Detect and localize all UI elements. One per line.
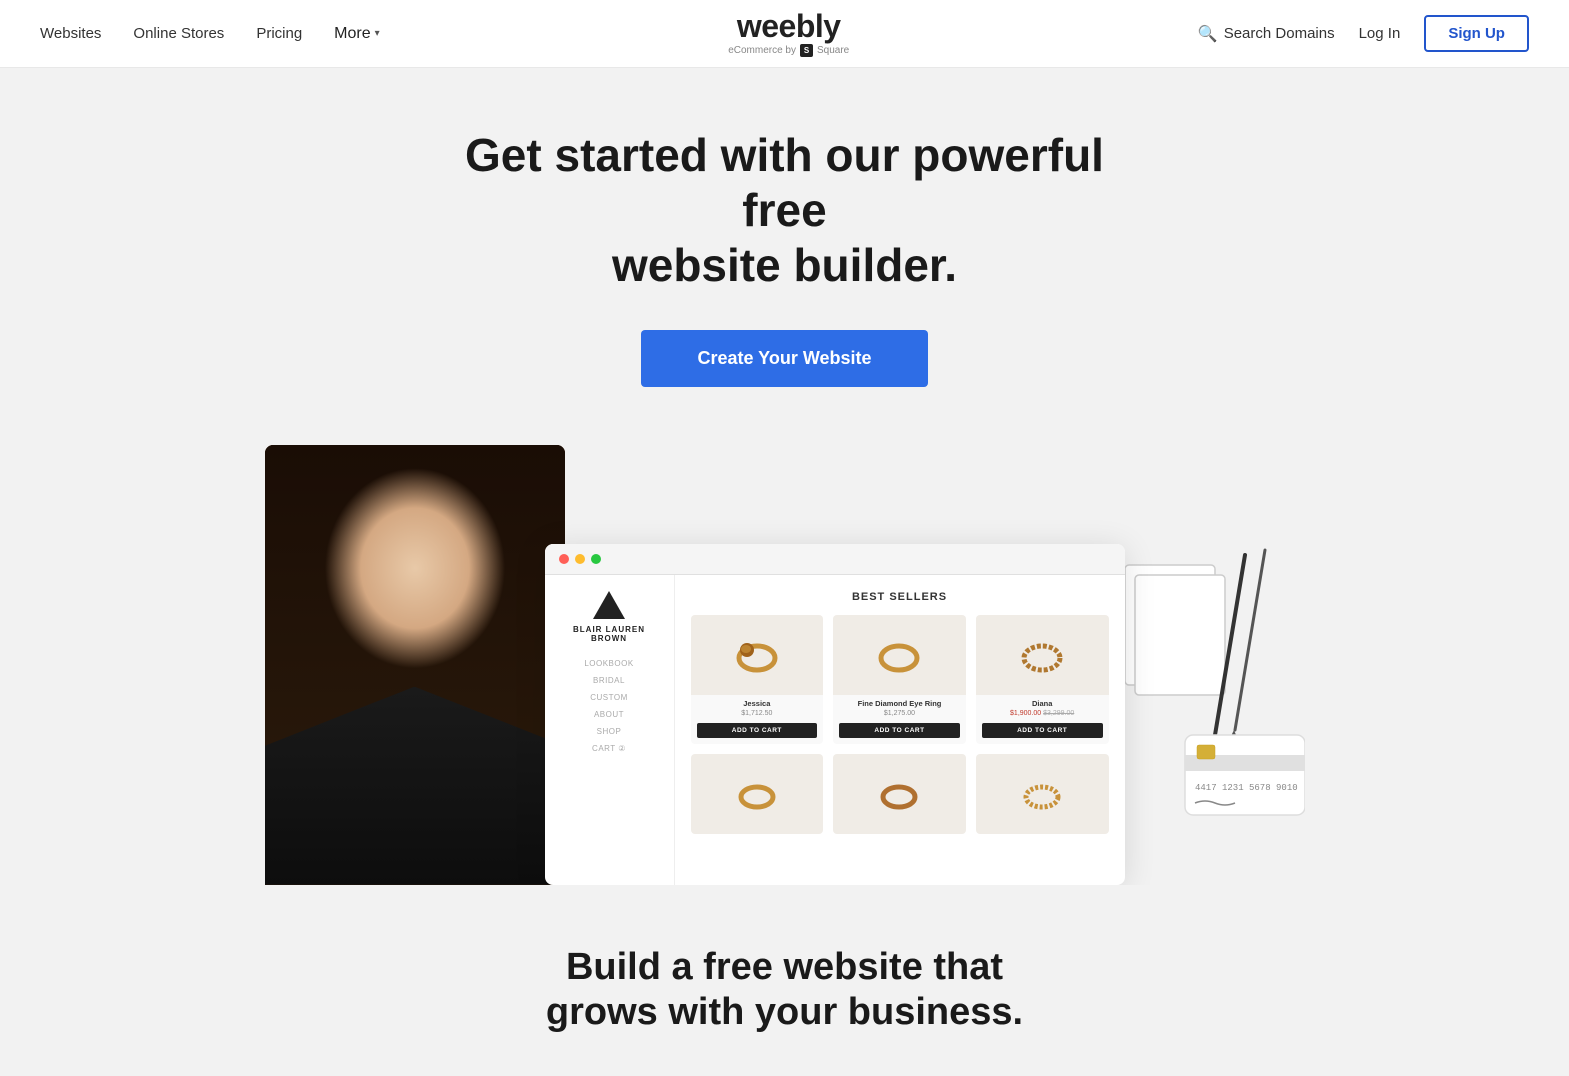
product-card-jessica: Jessica $1,712.50 ADD TO CART [691, 615, 824, 744]
browser-bar [545, 544, 1125, 575]
store-logo: BLAIR LAUREN BROWN [561, 591, 658, 643]
product-name-diana: Diana [976, 695, 1109, 708]
nav-pricing[interactable]: Pricing [256, 25, 302, 42]
logo[interactable]: weebly eCommerce by S Square [728, 10, 849, 57]
product-original-price: $3,299.00 [1043, 710, 1074, 717]
store-triangle-icon [593, 591, 625, 619]
store-nav-lookbook[interactable]: LOOKBOOK [561, 659, 658, 668]
hero-visuals: BLAIR LAUREN BROWN LOOKBOOK BRIDAL CUSTO… [20, 445, 1549, 885]
store-nav-about[interactable]: ABOUT [561, 710, 658, 719]
product-grid: Jessica $1,712.50 ADD TO CART Fine [691, 615, 1109, 834]
nav-online-stores[interactable]: Online Stores [133, 25, 224, 42]
product-image-row2-3 [976, 754, 1109, 834]
square-icon: S [800, 44, 813, 57]
product-image-jessica [691, 615, 824, 695]
decoration-illustration: 4417 1231 5678 9010 [1105, 535, 1305, 885]
store-nav-shop[interactable]: SHOP [561, 727, 658, 736]
add-to-cart-diana[interactable]: ADD TO CART [982, 723, 1103, 738]
section2: Build a free website that grows with you… [0, 885, 1569, 1076]
signup-button[interactable]: Sign Up [1424, 15, 1529, 52]
product-card-diamond: Fine Diamond Eye Ring $1,275.00 ADD TO C… [833, 615, 966, 744]
hero-heading: Get started with our powerful free websi… [435, 128, 1135, 294]
product-image-diana [976, 615, 1109, 695]
browser-dot-minimize [575, 554, 585, 564]
product-card-row2-3 [976, 754, 1109, 834]
add-to-cart-jessica[interactable]: ADD TO CART [697, 723, 818, 738]
browser-content: BLAIR LAUREN BROWN LOOKBOOK BRIDAL CUSTO… [545, 575, 1125, 885]
store-sidebar: BLAIR LAUREN BROWN LOOKBOOK BRIDAL CUSTO… [545, 575, 675, 885]
section2-heading: Build a free website that grows with you… [485, 945, 1085, 1036]
svg-text:4417 1231 5678 9010: 4417 1231 5678 9010 [1195, 783, 1298, 793]
product-image-row2-2 [833, 754, 966, 834]
store-nav-custom[interactable]: CUSTOM [561, 693, 658, 702]
store-nav-bridal[interactable]: BRIDAL [561, 676, 658, 685]
create-website-button[interactable]: Create Your Website [641, 330, 927, 387]
search-icon: 🔍 [1198, 24, 1218, 44]
browser-mockup: BLAIR LAUREN BROWN LOOKBOOK BRIDAL CUSTO… [545, 544, 1125, 885]
chevron-down-icon: ▾ [375, 28, 380, 39]
product-price-jessica: $1,712.50 [691, 708, 824, 719]
nav-right: 🔍 Search Domains Log In Sign Up [1198, 15, 1529, 52]
product-card-diana: Diana $1,900.00 $3,299.00 ADD TO CART [976, 615, 1109, 744]
browser-dot-maximize [591, 554, 601, 564]
illustration-area: 4417 1231 5678 9010 [1105, 535, 1305, 885]
search-domains[interactable]: 🔍 Search Domains [1198, 24, 1335, 44]
store-main: BEST SELLERS Jessica [675, 575, 1125, 885]
login-link[interactable]: Log In [1359, 25, 1401, 42]
product-card-row2-1 [691, 754, 824, 834]
add-to-cart-diamond[interactable]: ADD TO CART [839, 723, 960, 738]
nav-more[interactable]: More ▾ [334, 25, 379, 43]
product-price-diana: $1,900.00 $3,299.00 [976, 708, 1109, 719]
nav-left: Websites Online Stores Pricing More ▾ [40, 25, 380, 43]
logo-text: weebly [728, 10, 849, 42]
hero-section: Get started with our powerful free websi… [0, 68, 1569, 885]
product-sale-price: $1,900.00 [1010, 710, 1041, 717]
product-image-diamond [833, 615, 966, 695]
store-nav-cart[interactable]: CART ② [561, 744, 658, 753]
hero-person-image [265, 445, 565, 885]
product-name-jessica: Jessica [691, 695, 824, 708]
store-section-title: BEST SELLERS [691, 591, 1109, 603]
product-name-diamond: Fine Diamond Eye Ring [833, 695, 966, 708]
product-card-row2-2 [833, 754, 966, 834]
nav-websites[interactable]: Websites [40, 25, 101, 42]
browser-dot-close [559, 554, 569, 564]
product-price-diamond: $1,275.00 [833, 708, 966, 719]
store-brand-name: BLAIR LAUREN BROWN [561, 625, 658, 643]
product-image-row2-1 [691, 754, 824, 834]
navbar: Websites Online Stores Pricing More ▾ we… [0, 0, 1569, 68]
logo-sub: eCommerce by S Square [728, 44, 849, 57]
